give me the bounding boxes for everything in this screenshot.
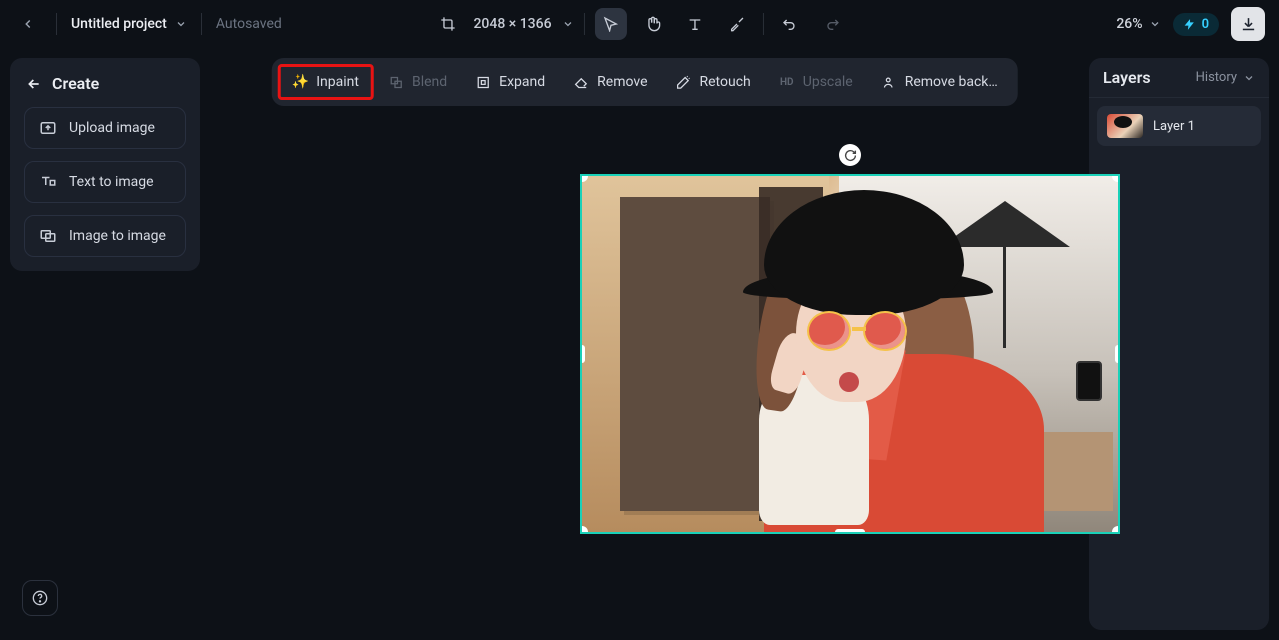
help-button[interactable] — [22, 580, 58, 616]
divider — [763, 13, 764, 35]
blend-label: Blend — [412, 74, 447, 90]
dimensions-text: 2048 × 1366 — [473, 16, 551, 32]
layer-item[interactable]: Layer 1 — [1097, 106, 1261, 146]
text-tool[interactable] — [679, 8, 711, 40]
autosave-status: Autosaved — [216, 16, 282, 32]
text-to-image-button[interactable]: Text to image — [24, 161, 186, 203]
top-bar: Untitled project Autosaved 2048 × 1366 — [0, 0, 1279, 48]
image-content — [582, 176, 1118, 532]
history-dropdown[interactable]: History — [1196, 70, 1255, 85]
layers-header: Layers History — [1089, 58, 1269, 98]
top-left-group: Untitled project Autosaved — [14, 10, 282, 38]
chevron-left-icon — [21, 17, 35, 31]
history-label: History — [1196, 70, 1237, 85]
download-button[interactable] — [1231, 7, 1265, 41]
pointer-tool[interactable] — [595, 8, 627, 40]
bolt-icon — [1183, 18, 1196, 31]
image-to-image-button[interactable]: Image to image — [24, 215, 186, 257]
inpaint-label: Inpaint — [316, 74, 359, 90]
zoom-dropdown[interactable]: 26% — [1116, 16, 1160, 32]
rotate-icon — [844, 149, 857, 162]
expand-icon — [475, 74, 491, 90]
expand-tool[interactable]: Expand — [461, 65, 559, 99]
chevron-down-icon — [562, 18, 574, 30]
retouch-label: Retouch — [700, 74, 751, 90]
upscale-label: Upscale — [803, 74, 853, 90]
text-icon — [39, 173, 57, 191]
divider — [201, 13, 202, 35]
redo-button[interactable] — [816, 8, 848, 40]
wand-icon — [676, 74, 692, 90]
eyedropper-icon — [729, 16, 745, 32]
divider — [56, 13, 57, 35]
top-right-group: 26% 0 — [1116, 7, 1265, 41]
crop-icon — [439, 16, 455, 32]
upscale-tool: HD Upscale — [765, 65, 867, 99]
rotate-handle[interactable] — [839, 144, 861, 166]
remove-bg-label: Remove back… — [905, 74, 998, 90]
sparkle-brush-icon: ✨ — [292, 74, 308, 90]
project-name: Untitled project — [71, 16, 167, 32]
back-button[interactable] — [14, 10, 42, 38]
chevron-down-icon — [1243, 72, 1255, 84]
retouch-tool[interactable]: Retouch — [662, 65, 765, 99]
person-cutout-icon — [881, 74, 897, 90]
hd-icon: HD — [779, 74, 795, 90]
resize-handle-left[interactable] — [580, 345, 585, 363]
arrow-left-icon — [26, 76, 42, 92]
layer-thumbnail — [1107, 114, 1143, 138]
upload-label: Upload image — [69, 120, 155, 136]
blend-icon — [388, 74, 404, 90]
selected-image-frame[interactable] — [580, 174, 1120, 534]
credits-badge[interactable]: 0 — [1173, 13, 1219, 36]
left-sidebar: Create Upload image Text to image Image … — [0, 48, 210, 640]
image-to-image-label: Image to image — [69, 228, 166, 244]
create-label: Create — [52, 74, 99, 93]
text-icon — [687, 16, 703, 32]
layers-title: Layers — [1103, 68, 1151, 87]
upload-icon — [39, 119, 57, 137]
edit-toolbar: ✨ Inpaint Blend Expand Remove — [271, 58, 1018, 106]
chevron-down-icon — [1149, 18, 1161, 30]
pointer-icon — [603, 16, 619, 32]
layer-name: Layer 1 — [1153, 119, 1195, 134]
credits-count: 0 — [1202, 17, 1209, 32]
undo-button[interactable] — [774, 8, 806, 40]
undo-icon — [782, 16, 798, 32]
create-header[interactable]: Create — [24, 72, 186, 107]
dimensions-dropdown[interactable]: 2048 × 1366 — [473, 16, 573, 32]
divider — [584, 13, 585, 35]
remove-tool[interactable]: Remove — [559, 65, 661, 99]
create-panel: Create Upload image Text to image Image … — [10, 58, 200, 271]
main-body: Create Upload image Text to image Image … — [0, 48, 1279, 640]
crop-button[interactable] — [431, 8, 463, 40]
eyedropper-tool[interactable] — [721, 8, 753, 40]
resize-handle-bottom[interactable] — [835, 529, 865, 534]
remove-background-tool[interactable]: Remove back… — [867, 65, 1012, 99]
canvas-area[interactable]: ✨ Inpaint Blend Expand Remove — [210, 48, 1079, 640]
canvas-stage[interactable] — [580, 174, 1120, 574]
inpaint-tool[interactable]: ✨ Inpaint — [277, 64, 374, 100]
chevron-down-icon — [175, 18, 187, 30]
hand-icon — [645, 16, 661, 32]
question-icon — [32, 590, 48, 606]
hand-tool[interactable] — [637, 8, 669, 40]
zoom-value: 26% — [1116, 16, 1142, 32]
redo-icon — [824, 16, 840, 32]
top-center-group: 2048 × 1366 — [431, 8, 847, 40]
download-icon — [1240, 16, 1257, 33]
expand-label: Expand — [499, 74, 545, 90]
image-icon — [39, 227, 57, 245]
blend-tool: Blend — [374, 65, 461, 99]
resize-handle-br[interactable] — [1112, 526, 1120, 534]
eraser-icon — [573, 74, 589, 90]
text-to-image-label: Text to image — [69, 174, 154, 190]
remove-label: Remove — [597, 74, 647, 90]
project-title-dropdown[interactable]: Untitled project — [71, 16, 187, 32]
resize-handle-right[interactable] — [1115, 345, 1120, 363]
upload-image-button[interactable]: Upload image — [24, 107, 186, 149]
